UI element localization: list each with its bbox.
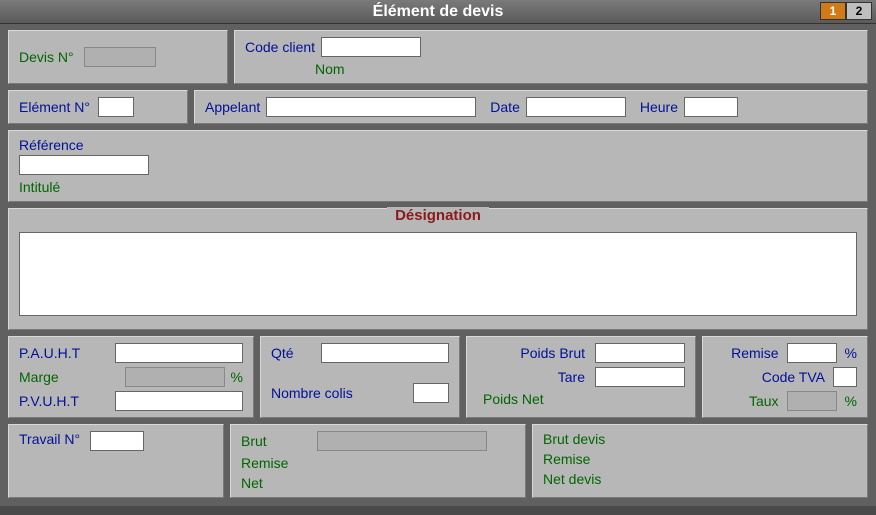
marge-percent: %: [231, 369, 243, 385]
panel-client: Code client Nom: [234, 30, 868, 84]
taux-percent: %: [845, 393, 857, 409]
marge-field: [125, 367, 225, 387]
code-client-label: Code client: [245, 39, 315, 55]
devis-no-label: Devis N°: [19, 49, 74, 65]
appelant-label: Appelant: [205, 99, 260, 115]
pvuht-label: P.V.U.H.T: [19, 393, 79, 409]
date-field[interactable]: [526, 97, 626, 117]
code-client-field[interactable]: [321, 37, 421, 57]
poids-brut-field[interactable]: [595, 343, 685, 363]
designation-label: Désignation: [387, 207, 489, 224]
marge-label: Marge: [19, 369, 59, 385]
heure-label: Heure: [640, 99, 678, 115]
panel-totals-right: Brut devis Remise Net devis: [532, 424, 868, 498]
panel-designation: Désignation: [8, 208, 868, 330]
panel-reference: Référence Intitulé: [8, 130, 868, 202]
appelant-field[interactable]: [266, 97, 476, 117]
tab-2[interactable]: 2: [846, 2, 872, 20]
qte-field[interactable]: [321, 343, 449, 363]
brut-field: [317, 431, 487, 451]
window: Élément de devis 1 2 Devis N° Code clien…: [0, 0, 876, 515]
taux-field: [787, 391, 837, 411]
element-no-field[interactable]: [98, 97, 134, 117]
remise-tot-label: Remise: [241, 455, 288, 471]
remise-label: Remise: [731, 345, 778, 361]
nombre-colis-label: Nombre colis: [271, 385, 353, 401]
element-no-label: Elément N°: [19, 99, 90, 115]
panel-appelant: Appelant Date Heure: [194, 90, 868, 124]
tab-1[interactable]: 1: [820, 2, 846, 20]
page-tabs: 1 2: [820, 2, 872, 20]
heure-field[interactable]: [684, 97, 738, 117]
travail-field[interactable]: [90, 431, 144, 451]
content: Devis N° Code client Nom Elément N°: [0, 24, 876, 506]
panel-element: Elément N°: [8, 90, 188, 124]
code-tva-field[interactable]: [833, 367, 857, 387]
tare-label: Tare: [558, 369, 585, 385]
titlebar: Élément de devis 1 2: [0, 0, 876, 24]
poids-brut-label: Poids Brut: [520, 345, 585, 361]
code-tva-label: Code TVA: [762, 369, 825, 385]
travail-label: Travail N°: [19, 431, 80, 447]
panel-totals-left: Brut Remise Net: [230, 424, 526, 498]
nom-label: Nom: [315, 61, 345, 77]
window-title: Élément de devis: [373, 3, 504, 21]
net-devis-label: Net devis: [543, 471, 601, 487]
remise-percent: %: [845, 345, 857, 361]
panel-devis: Devis N°: [8, 30, 228, 84]
pvuht-field[interactable]: [115, 391, 243, 411]
pauht-field[interactable]: [115, 343, 243, 363]
brut-label: Brut: [241, 433, 311, 449]
tare-field[interactable]: [595, 367, 685, 387]
panel-remise: Remise % Code TVA Taux %: [702, 336, 868, 418]
devis-no-field: [84, 47, 156, 67]
panel-qty: Qté Nombre colis: [260, 336, 460, 418]
net-label: Net: [241, 475, 263, 491]
remise-field[interactable]: [787, 343, 837, 363]
designation-textarea[interactable]: [19, 232, 857, 316]
panel-prices: P.A.U.H.T Marge % P.V.U.H.T: [8, 336, 254, 418]
brut-devis-label: Brut devis: [543, 431, 605, 447]
date-label: Date: [490, 99, 520, 115]
nombre-colis-field[interactable]: [413, 383, 449, 403]
poids-net-label: Poids Net: [483, 391, 544, 407]
panel-travail: Travail N°: [8, 424, 224, 498]
qte-label: Qté: [271, 345, 294, 361]
intitule-label: Intitulé: [19, 179, 60, 195]
reference-field[interactable]: [19, 155, 149, 175]
remise-devis-label: Remise: [543, 451, 590, 467]
taux-label: Taux: [749, 393, 779, 409]
pauht-label: P.A.U.H.T: [19, 345, 80, 361]
panel-poids: Poids Brut Tare Poids Net: [466, 336, 696, 418]
reference-label: Référence: [19, 137, 84, 153]
